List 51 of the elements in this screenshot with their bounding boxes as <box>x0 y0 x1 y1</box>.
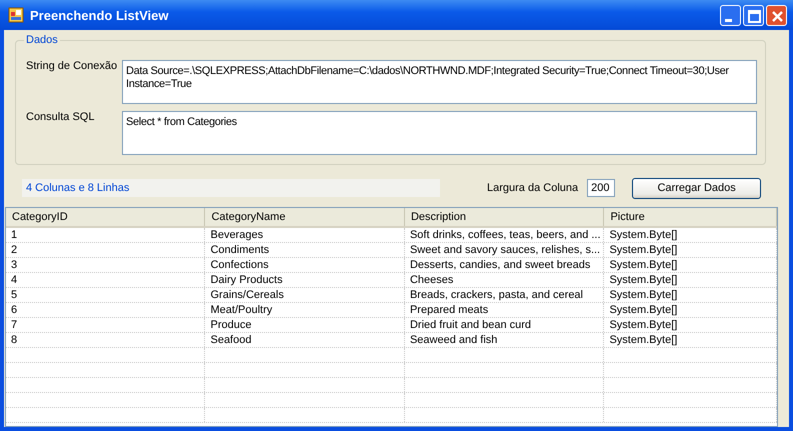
table-cell: Dried fruit and bean curd <box>404 318 604 332</box>
table-cell: 2 <box>6 243 206 257</box>
table-cell: 6 <box>6 303 206 317</box>
close-button[interactable] <box>766 4 787 26</box>
table-cell: 1 <box>6 228 206 242</box>
table-cell: Beverages <box>205 228 405 242</box>
table-cell: 8 <box>6 333 206 347</box>
table-cell: 5 <box>6 288 206 302</box>
column-header[interactable]: Picture <box>604 208 777 226</box>
table-cell: System.Byte[] <box>604 228 777 242</box>
table-cell: System.Byte[] <box>604 318 777 332</box>
table-cell: 7 <box>6 318 206 332</box>
minimize-icon <box>725 18 732 22</box>
table-cell: Confections <box>205 258 405 272</box>
text-area[interactable]: Select * from Categories <box>122 111 757 155</box>
table-cell: Desserts, candies, and sweet breads <box>404 258 604 272</box>
table-cell: Meat/Poultry <box>205 303 405 317</box>
maximize-button[interactable] <box>743 4 764 26</box>
table-cell: System.Byte[] <box>604 303 777 317</box>
table-cell: 4 <box>6 273 206 287</box>
load-data-button[interactable]: Carregar Dados <box>632 178 762 198</box>
table-cell: Sweet and savory sauces, relishes, s... <box>404 243 604 257</box>
table-cell: System.Byte[] <box>604 258 777 272</box>
text-area[interactable]: Data Source=.\SQLEXPRESS;AttachDbFilename=C:\dados\NORTHWND.MDF;Integrated Security=True;Connect Timeout=30;User Instance=True <box>122 60 757 104</box>
status-label: 4 Colunas e 8 Linhas <box>22 179 440 197</box>
minimize-button[interactable] <box>720 4 741 26</box>
table-cell: Cheeses <box>404 273 604 287</box>
app-icon <box>8 7 24 23</box>
table-cell: 3 <box>6 258 206 272</box>
table-cell: System.Byte[] <box>604 333 777 347</box>
table-cell: Soft drinks, coffees, teas, beers, and ... <box>404 228 604 242</box>
table-cell: Breads, crackers, pasta, and cereal <box>404 288 604 302</box>
table-cell: Condiments <box>205 243 405 257</box>
column-header[interactable]: Description <box>404 208 604 226</box>
group-title: Dados <box>24 34 60 46</box>
table-cell: Produce <box>205 318 405 332</box>
table-cell: System.Byte[] <box>604 273 777 287</box>
table-cell: Seafood <box>205 333 405 347</box>
table-cell: Dairy Products <box>205 273 405 287</box>
window-title: Preenchendo ListView <box>30 8 170 22</box>
table-cell: System.Byte[] <box>604 288 777 302</box>
table-cell: Prepared meats <box>404 303 604 317</box>
column-width-field[interactable]: 200 <box>587 179 616 197</box>
field-label: String de Conexão <box>26 60 118 74</box>
column-header[interactable]: CategoryID <box>6 208 206 226</box>
field-label: Consulta SQL <box>26 111 96 125</box>
table-cell: Grains/Cereals <box>205 288 405 302</box>
table-cell: Seaweed and fish <box>404 333 604 347</box>
column-width-label: Largura da Coluna <box>487 182 578 194</box>
column-header[interactable]: CategoryName <box>205 208 405 226</box>
table-cell: System.Byte[] <box>604 243 777 257</box>
